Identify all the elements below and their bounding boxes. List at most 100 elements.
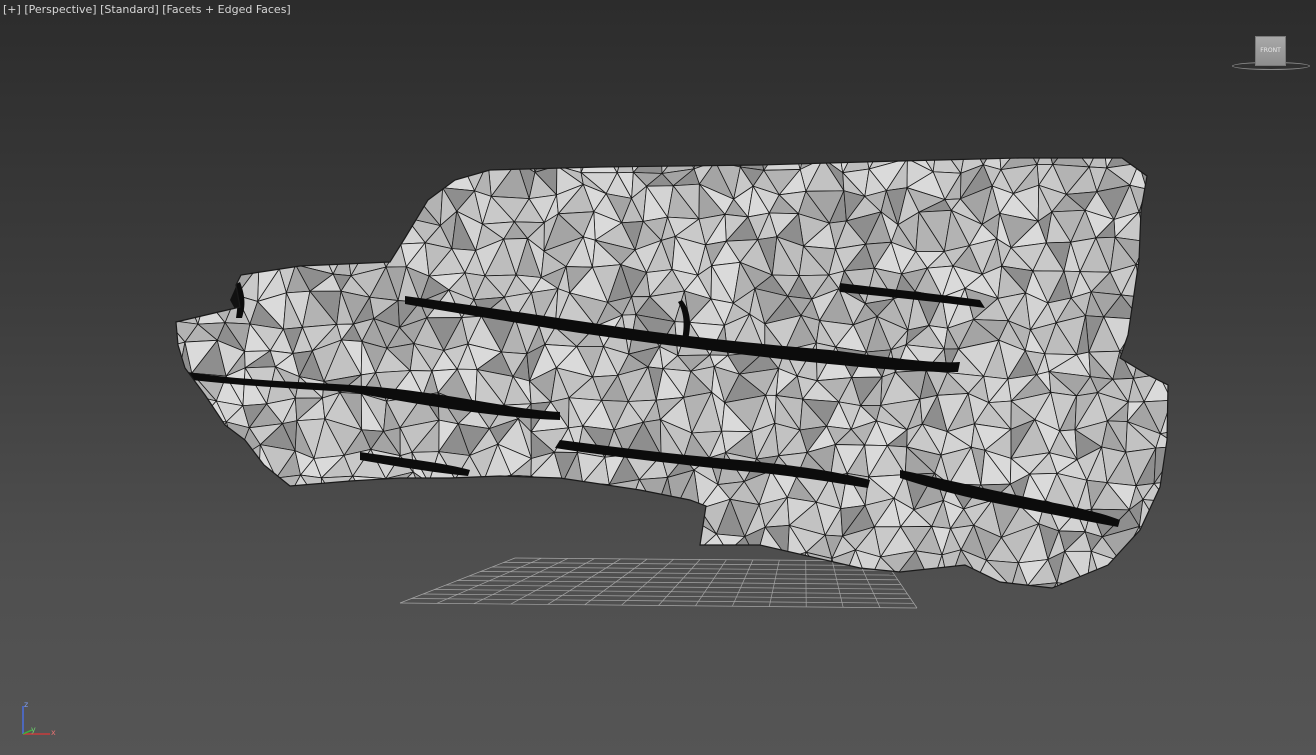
mesh-facet [621, 510, 649, 533]
mesh-facet [332, 245, 352, 277]
mesh-facet [312, 532, 345, 562]
mesh-facet [485, 527, 507, 565]
mesh-facet [483, 474, 512, 502]
mesh-facet [554, 497, 586, 533]
mesh-facet [243, 498, 269, 530]
mesh-facet [1198, 340, 1224, 374]
mesh-facet [532, 575, 568, 588]
mesh-facet [454, 557, 484, 583]
mesh-facet [176, 478, 198, 503]
mesh-facet [1193, 293, 1227, 314]
mesh-facet [1145, 220, 1168, 247]
mesh-facet [176, 501, 202, 530]
mesh-facet [390, 192, 416, 219]
mesh-facet [370, 158, 398, 163]
mesh-facet [1222, 196, 1257, 222]
mesh-facet [184, 275, 207, 299]
mesh-facet [1166, 320, 1168, 346]
mesh-facet [732, 158, 758, 169]
mesh-facet [1181, 314, 1213, 345]
mesh-facet [1234, 422, 1258, 452]
mesh-facet [237, 186, 264, 218]
mesh-facet [203, 553, 219, 588]
mesh-facet [276, 191, 305, 223]
mesh-facet [199, 521, 224, 556]
scene-canvas[interactable] [0, 0, 1316, 755]
mesh-facet [411, 550, 440, 583]
mesh-facet [226, 158, 252, 169]
mesh-facet [217, 575, 231, 588]
mesh-facet [693, 158, 716, 170]
mesh-facet [1157, 218, 1168, 247]
mesh-facet [1203, 510, 1218, 529]
x-axis-label: x [51, 728, 56, 737]
mesh-facet [1149, 589, 1169, 613]
mesh-facet [646, 521, 672, 552]
mesh-facet [1223, 534, 1249, 552]
mesh-facet [1140, 263, 1168, 302]
mesh-facet [1142, 536, 1168, 558]
mesh-facet [1155, 556, 1168, 588]
mesh-facet [1224, 340, 1250, 372]
mesh-facet [1228, 293, 1249, 327]
mesh-facet [1210, 477, 1244, 510]
mesh-facet [199, 419, 227, 459]
mesh-facet [176, 158, 184, 160]
mesh-facet [454, 478, 485, 497]
viewcube-icon[interactable]: FRONT [1232, 34, 1312, 74]
mesh-facet [1056, 582, 1088, 588]
mesh-facet [437, 553, 457, 580]
viewcube-front-face[interactable]: FRONT [1255, 36, 1286, 66]
mesh-facet [245, 577, 285, 588]
mesh-facet [358, 158, 374, 163]
mesh-facet [452, 554, 473, 580]
mesh-facet [1199, 374, 1231, 407]
mesh-facet [1181, 529, 1218, 562]
mesh-facet [203, 574, 220, 588]
mesh-facet [1156, 588, 1190, 613]
mesh-facet [335, 584, 361, 588]
mesh-facet [1210, 579, 1247, 610]
mesh-facet [176, 521, 202, 556]
mesh-facet [308, 171, 337, 193]
mesh-facet [1158, 343, 1168, 376]
mesh-facet [670, 510, 698, 534]
mesh-facet [1247, 551, 1268, 589]
mesh-facet [1242, 212, 1266, 237]
mesh-facet [1218, 222, 1258, 250]
grid-line [411, 598, 914, 604]
mesh-facet [371, 183, 392, 226]
mesh-facet [1218, 510, 1236, 535]
mesh-facet [547, 158, 583, 167]
mesh-facet [1218, 486, 1252, 510]
mesh-facet [434, 158, 464, 167]
mesh-facet [687, 547, 714, 583]
mesh-facet [1208, 445, 1226, 477]
mesh-facet [542, 552, 580, 577]
mesh-facet [295, 220, 321, 244]
mesh-facet [1206, 425, 1226, 451]
mesh-facet [294, 532, 335, 560]
mesh-facet [359, 583, 385, 588]
mesh-facet [249, 158, 272, 174]
mesh-facet [1239, 347, 1260, 374]
perspective-viewport[interactable]: [+] [Perspective] [Standard] [Facets + E… [0, 0, 1316, 755]
mesh-facet [912, 584, 943, 588]
mesh-facet [222, 498, 249, 530]
mesh-facet [1144, 240, 1168, 265]
mesh-facet [236, 166, 264, 188]
mesh-facet [178, 585, 220, 588]
mesh-facet [279, 505, 297, 539]
mesh-facet [230, 547, 273, 579]
mesh-facet [461, 158, 489, 167]
mesh-facet [1169, 301, 1181, 322]
mesh-facet [473, 495, 500, 530]
rock-mesh[interactable] [152, 133, 1272, 616]
mesh-facet [244, 560, 285, 587]
mesh-facet [1224, 327, 1250, 347]
mesh-facet [620, 521, 649, 562]
mesh-facet [185, 192, 217, 224]
mesh-facet [1140, 344, 1168, 376]
mesh-facet [318, 219, 348, 248]
mesh-facet [1193, 552, 1223, 579]
